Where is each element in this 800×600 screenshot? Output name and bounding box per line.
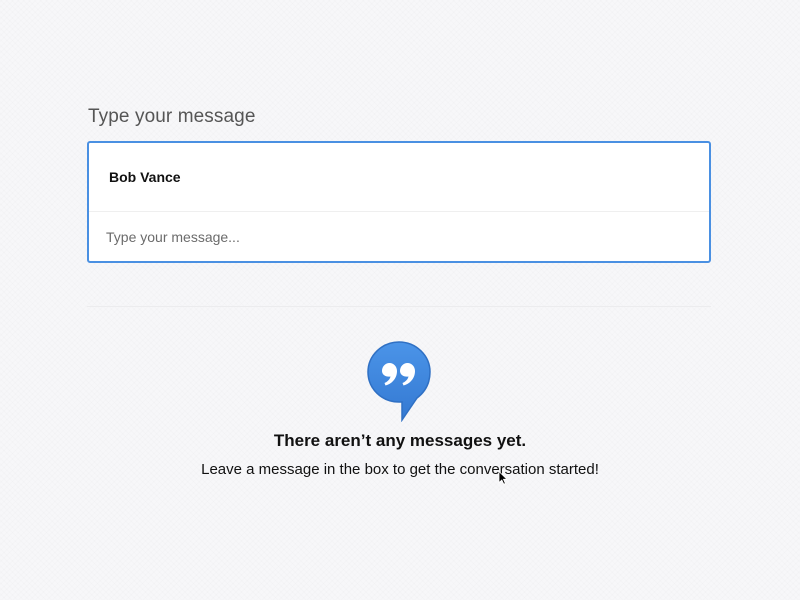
mouse-pointer-icon: [498, 471, 508, 485]
quote-bubble-icon: [367, 341, 431, 422]
composer-heading: Type your message: [88, 106, 256, 127]
empty-state-subtitle: Leave a message in the box to get the co…: [201, 461, 599, 478]
section-divider: [87, 306, 711, 307]
message-input[interactable]: [89, 212, 709, 261]
empty-state-title: There aren’t any messages yet.: [273, 431, 527, 450]
recipient-name[interactable]: Bob Vance: [89, 143, 709, 212]
message-composer: Bob Vance: [87, 141, 711, 263]
